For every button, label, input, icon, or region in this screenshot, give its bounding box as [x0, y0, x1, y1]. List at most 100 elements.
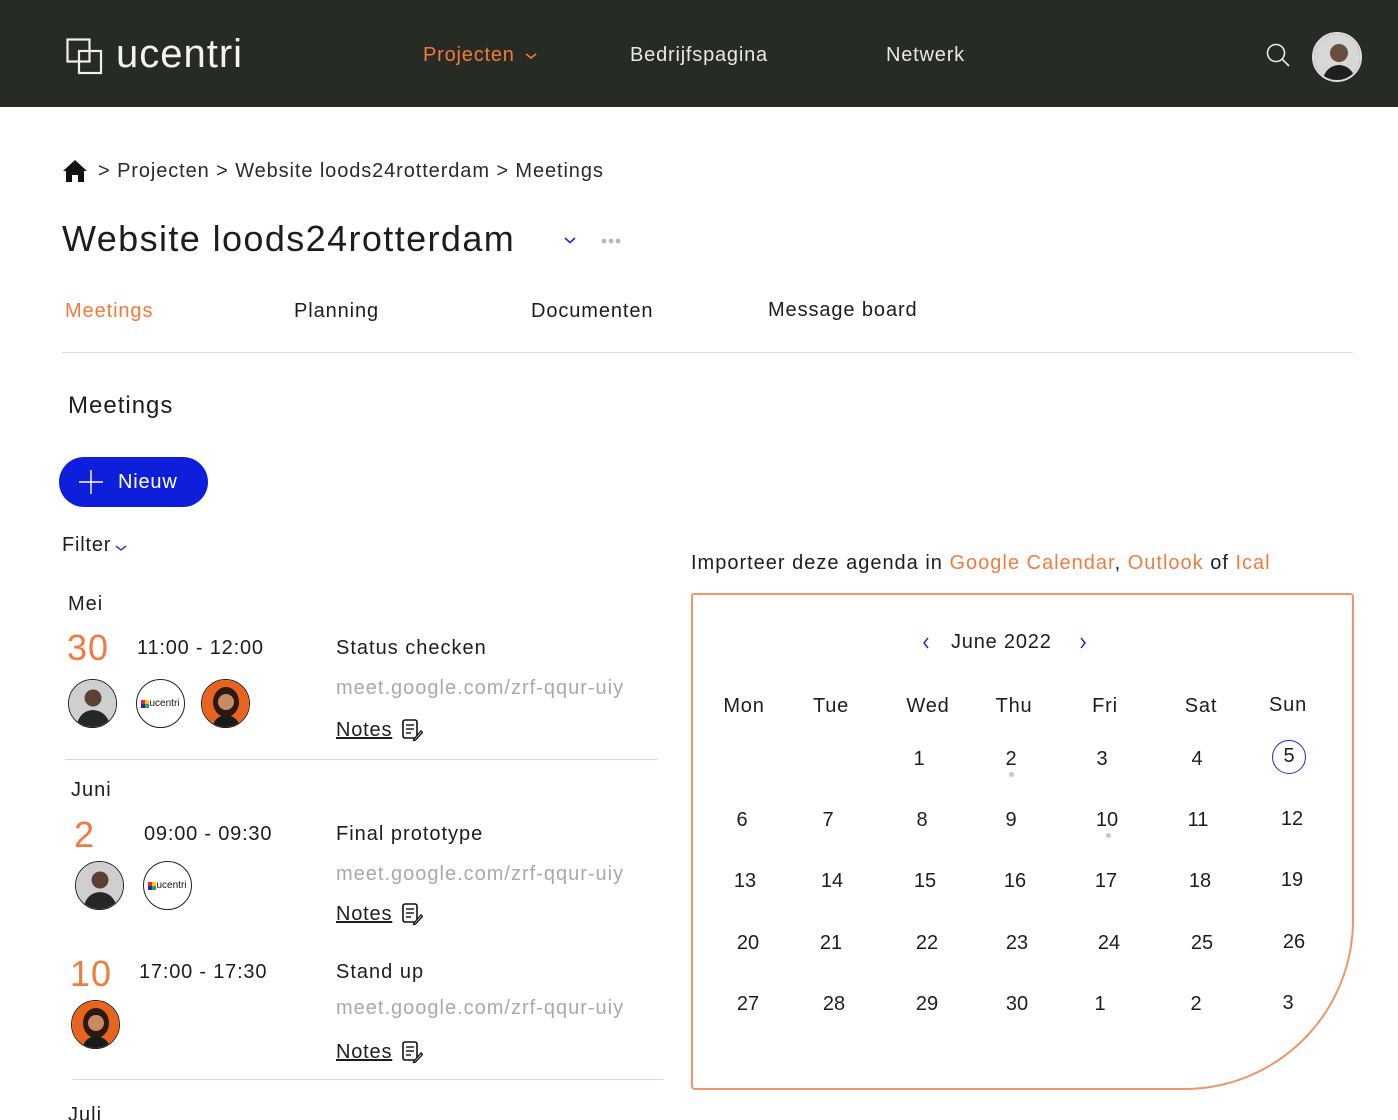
- tab-documenten[interactable]: Documenten: [531, 300, 653, 323]
- calendar-day[interactable]: 28: [814, 993, 854, 1016]
- row-divider: [65, 759, 657, 760]
- participant-avatar[interactable]: [201, 679, 250, 728]
- calendar-month-label: June 2022: [951, 631, 1052, 653]
- meeting-title[interactable]: Stand up: [336, 961, 424, 984]
- calendar-day-today[interactable]: 5: [1272, 740, 1306, 774]
- avatar-image: [1314, 34, 1360, 80]
- calendar-day[interactable]: 8: [902, 809, 942, 832]
- nav-item-bedrijfspagina[interactable]: Bedrijfspagina: [630, 44, 768, 67]
- calendar-day[interactable]: 17: [1086, 870, 1126, 893]
- meeting-day: 2: [74, 814, 96, 855]
- ucentri-avatar-label: ucentri: [149, 698, 180, 709]
- calendar-day-next-month[interactable]: 3: [1268, 992, 1308, 1015]
- tab-meetings[interactable]: Meetings: [65, 300, 153, 323]
- calendar-day-next-month[interactable]: 2: [1176, 993, 1216, 1016]
- notes-link[interactable]: Notes: [336, 1040, 424, 1064]
- participant-avatar[interactable]: [68, 679, 117, 728]
- calendar-day-next-month[interactable]: 1: [1080, 993, 1120, 1016]
- breadcrumb-separator: >: [98, 159, 111, 182]
- month-label: Juli: [68, 1104, 103, 1120]
- weekday-label: Sun: [1269, 694, 1307, 716]
- chevron-down-icon[interactable]: [562, 233, 578, 247]
- notes-icon: [402, 719, 424, 742]
- breadcrumb-meetings: Meetings: [515, 159, 604, 182]
- participant-avatar-ucentri[interactable]: ucentri: [143, 861, 192, 910]
- brand-logo[interactable]: ucentri: [66, 32, 242, 76]
- calendar-day[interactable]: 16: [995, 870, 1035, 893]
- notes-label: Notes: [336, 718, 393, 741]
- calendar-day[interactable]: 22: [907, 932, 947, 955]
- weekday-label: Fri: [1092, 695, 1118, 717]
- calendar-day[interactable]: 21: [811, 932, 851, 955]
- calendar-day[interactable]: 23: [997, 932, 1037, 955]
- notes-icon: [402, 1041, 424, 1064]
- calendar-day[interactable]: 26: [1274, 931, 1314, 954]
- meeting-link[interactable]: meet.google.com/zrf-qqur-uiy: [336, 677, 624, 700]
- calendar-day[interactable]: 15: [905, 870, 945, 893]
- meeting-time: 17:00 - 17:30: [139, 961, 268, 983]
- chevron-left-icon[interactable]: [921, 635, 931, 651]
- event-dot: [1106, 833, 1111, 838]
- meeting-link[interactable]: meet.google.com/zrf-qqur-uiy: [336, 997, 624, 1020]
- meeting-time: 11:00 - 12:00: [137, 637, 264, 659]
- new-meeting-button[interactable]: Nieuw: [59, 457, 208, 507]
- import-agenda-text: Importeer deze agenda in Google Calendar…: [691, 552, 1271, 575]
- section-title: Meetings: [68, 392, 174, 419]
- meeting-title[interactable]: Status checken: [336, 637, 487, 660]
- ical-link[interactable]: Ical: [1235, 552, 1270, 574]
- month-label: Juni: [71, 779, 112, 801]
- calendar-day[interactable]: 7: [808, 809, 848, 832]
- ucentri-logo-icon: [148, 881, 157, 890]
- filter-label: Filter: [62, 534, 112, 556]
- calendar-day[interactable]: 13: [725, 870, 765, 893]
- calendar-day[interactable]: 18: [1180, 870, 1220, 893]
- weekday-label: Wed: [906, 695, 950, 717]
- meeting-link[interactable]: meet.google.com/zrf-qqur-uiy: [336, 863, 624, 886]
- import-comma: ,: [1114, 552, 1122, 574]
- home-icon[interactable]: [62, 158, 88, 184]
- meeting-day: 10: [70, 953, 113, 994]
- participant-avatar[interactable]: [75, 861, 124, 910]
- chevron-down-icon: [525, 53, 537, 60]
- filter-dropdown[interactable]: Filter: [62, 534, 128, 557]
- meeting-title[interactable]: Final prototype: [336, 823, 483, 846]
- calendar-day[interactable]: 27: [728, 993, 768, 1016]
- breadcrumb-projecten[interactable]: Projecten: [117, 160, 210, 183]
- calendar-day[interactable]: 10: [1087, 809, 1127, 832]
- calendar-day[interactable]: 12: [1272, 808, 1312, 831]
- notes-label: Notes: [336, 1040, 393, 1063]
- calendar-day[interactable]: 9: [991, 809, 1031, 832]
- nav-item-projecten[interactable]: Projecten: [423, 44, 538, 67]
- notes-label: Notes: [336, 902, 393, 925]
- calendar-day[interactable]: 20: [728, 932, 768, 955]
- calendar-day[interactable]: 4: [1177, 748, 1217, 771]
- chevron-right-icon[interactable]: [1078, 635, 1088, 651]
- breadcrumb-separator: >: [216, 159, 229, 182]
- google-calendar-link[interactable]: Google Calendar: [950, 552, 1115, 574]
- tab-message-board[interactable]: Message board: [768, 299, 918, 322]
- nav-item-netwerk[interactable]: Netwerk: [886, 44, 965, 67]
- calendar-day[interactable]: 3: [1082, 748, 1122, 771]
- notes-link[interactable]: Notes: [336, 718, 424, 742]
- participant-avatar[interactable]: [71, 1000, 120, 1049]
- breadcrumb: > Projecten > Website loods24rotterdam >…: [62, 158, 604, 184]
- calendar-day[interactable]: 25: [1182, 932, 1222, 955]
- outlook-link[interactable]: Outlook: [1128, 552, 1204, 574]
- calendar-day[interactable]: 11: [1178, 809, 1218, 832]
- calendar-day[interactable]: 29: [907, 993, 947, 1016]
- user-avatar[interactable]: [1312, 32, 1362, 82]
- tab-planning[interactable]: Planning: [294, 300, 379, 323]
- calendar-day[interactable]: 19: [1272, 869, 1312, 892]
- search-icon[interactable]: [1265, 42, 1291, 68]
- more-options-icon[interactable]: [600, 236, 622, 246]
- breadcrumb-project[interactable]: Website loods24rotterdam: [235, 160, 490, 183]
- calendar-day[interactable]: 2: [991, 748, 1031, 771]
- calendar-day[interactable]: 30: [997, 993, 1037, 1016]
- calendar-day[interactable]: 24: [1089, 932, 1129, 955]
- calendar-day[interactable]: 14: [812, 870, 852, 893]
- participant-avatar-ucentri[interactable]: ucentri: [136, 679, 185, 728]
- calendar-day[interactable]: 1: [899, 748, 939, 771]
- notes-link[interactable]: Notes: [336, 902, 424, 926]
- weekday-label: Mon: [723, 695, 765, 717]
- calendar-day[interactable]: 6: [722, 809, 762, 832]
